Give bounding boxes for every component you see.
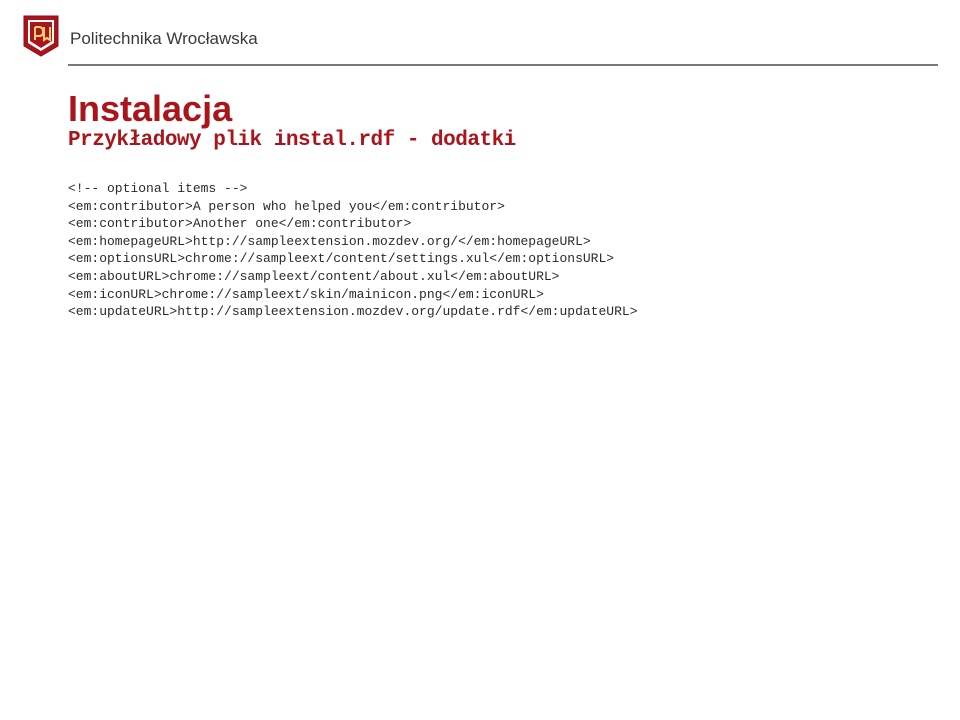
institution-logo-icon: [22, 14, 60, 58]
code-line: <!-- optional items -->: [68, 181, 247, 196]
code-line: <em:aboutURL>chrome://sampleext/content/…: [68, 269, 559, 284]
code-snippet: <!-- optional items --> <em:contributor>…: [68, 180, 960, 320]
code-line: <em:homepageURL>http://sampleextension.m…: [68, 234, 591, 249]
slide-header: Politechnika Wrocławska: [0, 0, 960, 58]
code-line: <em:updateURL>http://sampleextension.moz…: [68, 304, 638, 319]
code-line: <em:contributor>Another one</em:contribu…: [68, 216, 411, 231]
slide-content: Instalacja Przykładowy plik instal.rdf -…: [0, 66, 960, 321]
code-line: <em:iconURL>chrome://sampleext/skin/main…: [68, 287, 544, 302]
institution-name: Politechnika Wrocławska: [70, 29, 258, 49]
code-line: <em:contributor>A person who helped you<…: [68, 199, 505, 214]
page-subtitle: Przykładowy plik instal.rdf - dodatki: [68, 129, 960, 152]
code-line: <em:optionsURL>chrome://sampleext/conten…: [68, 251, 614, 266]
page-title: Instalacja: [68, 90, 960, 128]
